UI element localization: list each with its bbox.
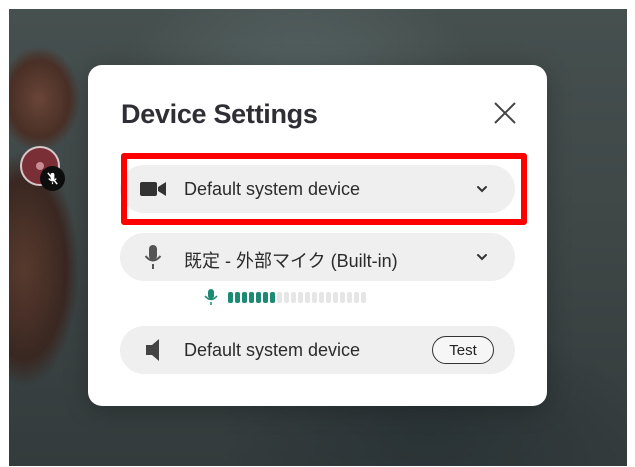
level-bar [284, 291, 289, 303]
level-bar [298, 291, 303, 303]
level-bar [256, 291, 261, 303]
mic-off-icon [47, 172, 58, 185]
microphone-level-meter [204, 289, 366, 305]
level-bar [242, 291, 247, 303]
speaker-device-label: Default system device [184, 340, 361, 360]
level-bar [235, 291, 240, 303]
level-bar [347, 291, 352, 303]
level-bar [291, 291, 296, 303]
camera-device-label: Default system device [184, 179, 361, 199]
level-bar [319, 291, 324, 303]
video-camera-icon [140, 177, 166, 201]
close-icon [494, 102, 516, 124]
level-bar [277, 291, 282, 303]
level-bar [249, 291, 254, 303]
close-button[interactable] [490, 98, 520, 128]
microphone-level-icon [204, 289, 218, 305]
chevron-down-icon [477, 186, 487, 193]
microphone-device-label: 既定 - 外部マイク (Built-in) [184, 251, 398, 271]
microphone-select[interactable]: 既定 - 外部マイク (Built-in) [120, 233, 515, 281]
chevron-down-icon [477, 254, 487, 261]
dialog-title: Device Settings [121, 99, 318, 129]
level-bar [354, 291, 359, 303]
microphone-icon [140, 245, 166, 269]
device-settings-dialog: Device Settings Default system device 既定… [88, 65, 547, 406]
level-bar [228, 291, 233, 303]
level-bar [312, 291, 317, 303]
level-bar [270, 291, 275, 303]
level-bar [326, 291, 331, 303]
speaker-icon [140, 338, 166, 362]
level-bar [333, 291, 338, 303]
level-bar [305, 291, 310, 303]
level-bar [361, 291, 366, 303]
level-bar [263, 291, 268, 303]
camera-select[interactable]: Default system device [120, 165, 515, 213]
test-speaker-button[interactable]: Test [432, 336, 494, 364]
mic-muted-badge [40, 166, 65, 191]
level-bars [228, 291, 366, 303]
speaker-select[interactable]: Default system device Test [120, 326, 515, 374]
level-bar [340, 291, 345, 303]
